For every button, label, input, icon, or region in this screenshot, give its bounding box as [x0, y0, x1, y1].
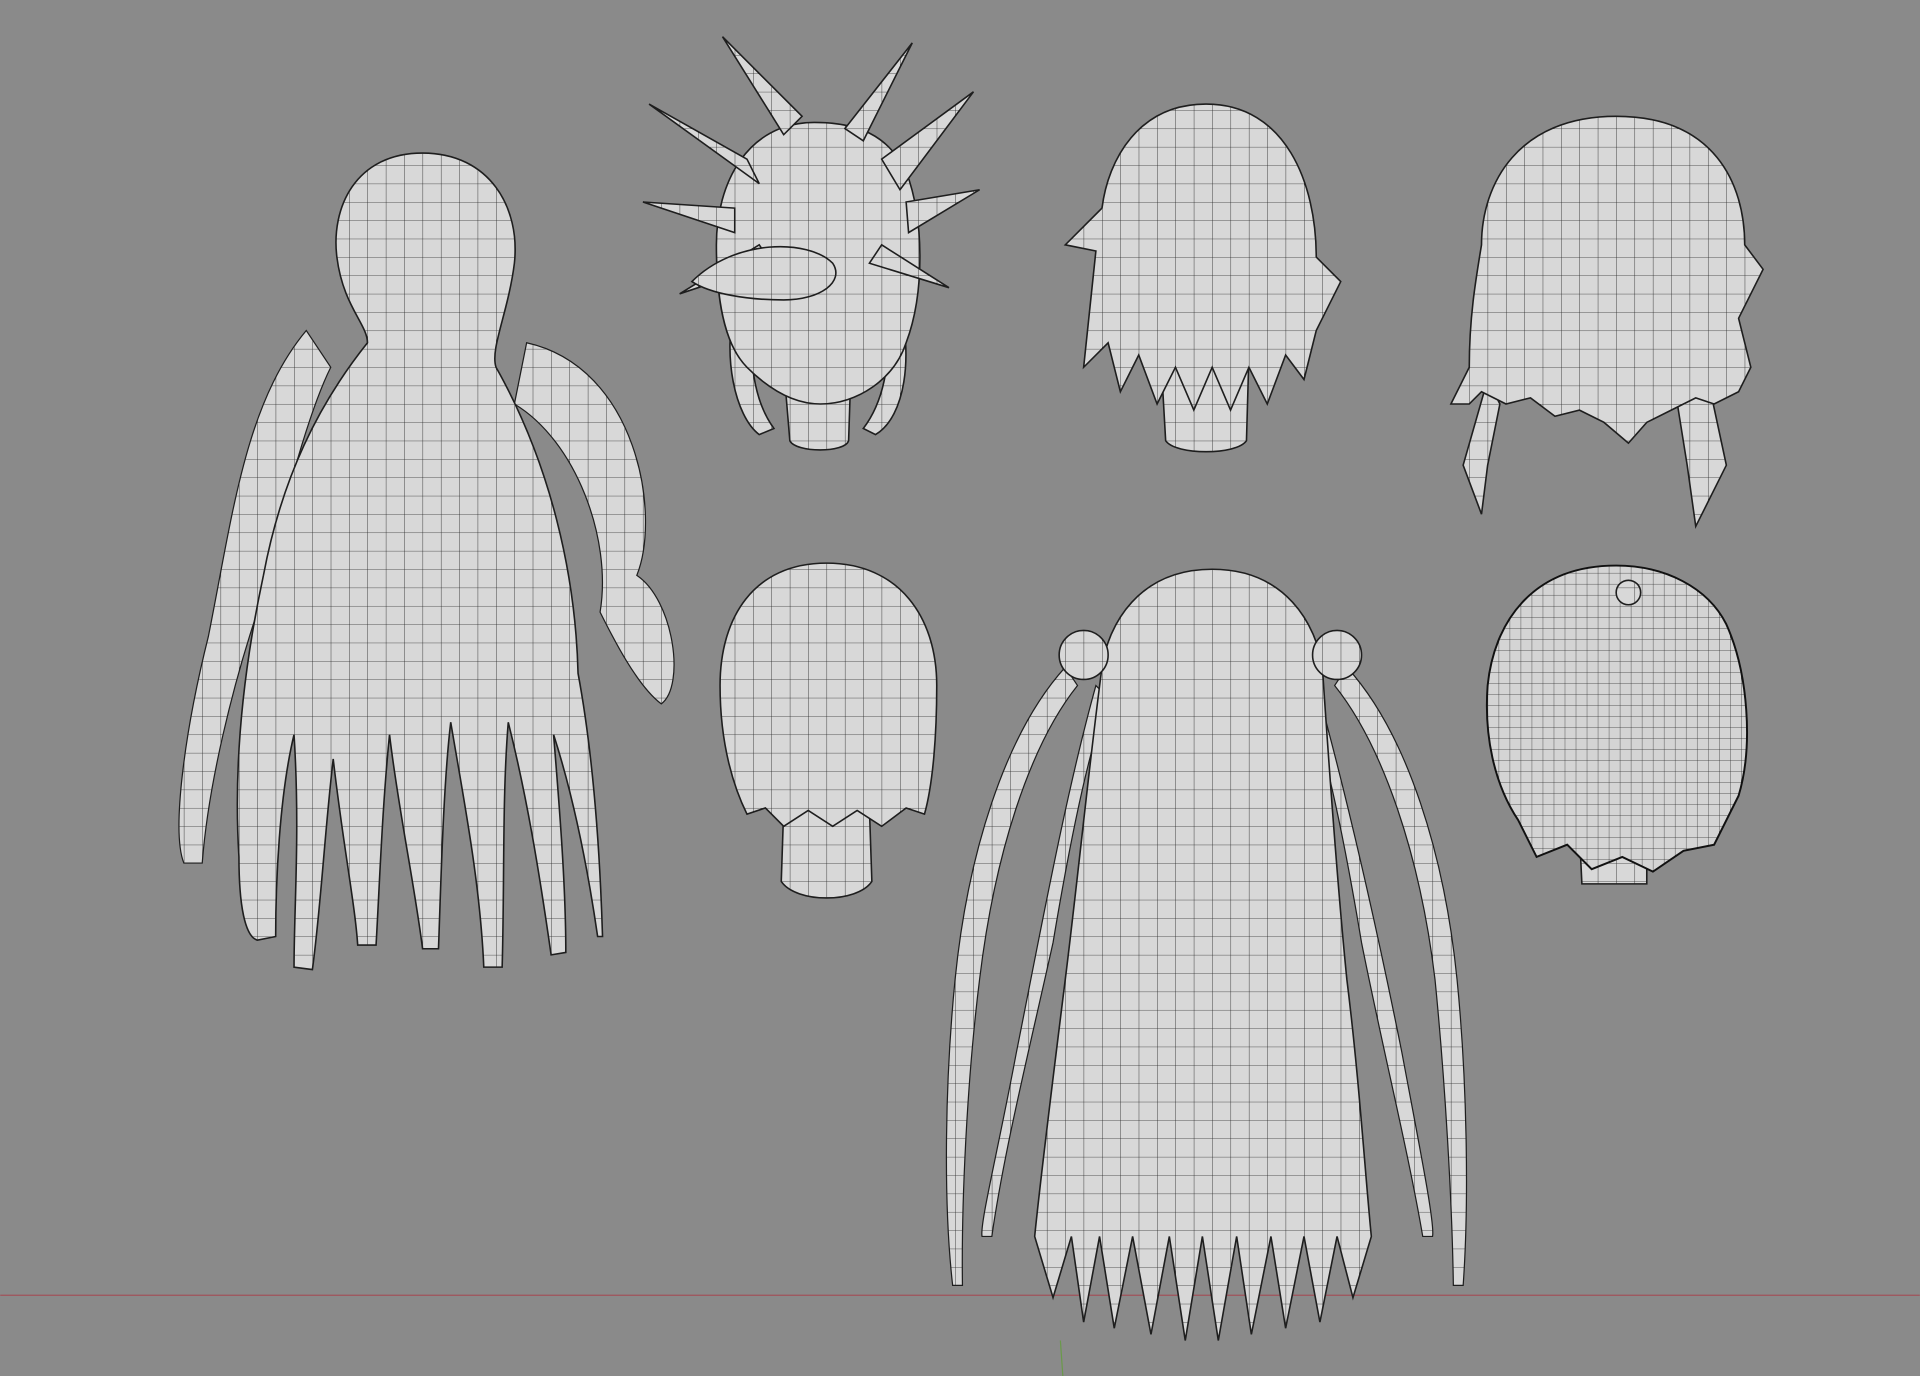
3d-viewport[interactable]: [0, 0, 1920, 1376]
right-hair-bun: [1311, 629, 1363, 681]
y-axis-line: [1059, 1340, 1064, 1376]
tentacle-hair-mesh[interactable]: [178, 152, 675, 971]
twintail-long-hair-mesh[interactable]: [945, 568, 1468, 1341]
spiky-hair-mesh[interactable]: [642, 36, 980, 451]
leaf-hair-mesh[interactable]: [1485, 564, 1748, 885]
left-hair-bun: [1058, 629, 1109, 681]
bob-hair-mesh[interactable]: [1449, 115, 1765, 530]
viewport-canvas[interactable]: [0, 0, 1920, 1376]
layered-short-hair-mesh[interactable]: [1063, 103, 1342, 453]
round-head-hair-mesh[interactable]: [719, 562, 938, 899]
